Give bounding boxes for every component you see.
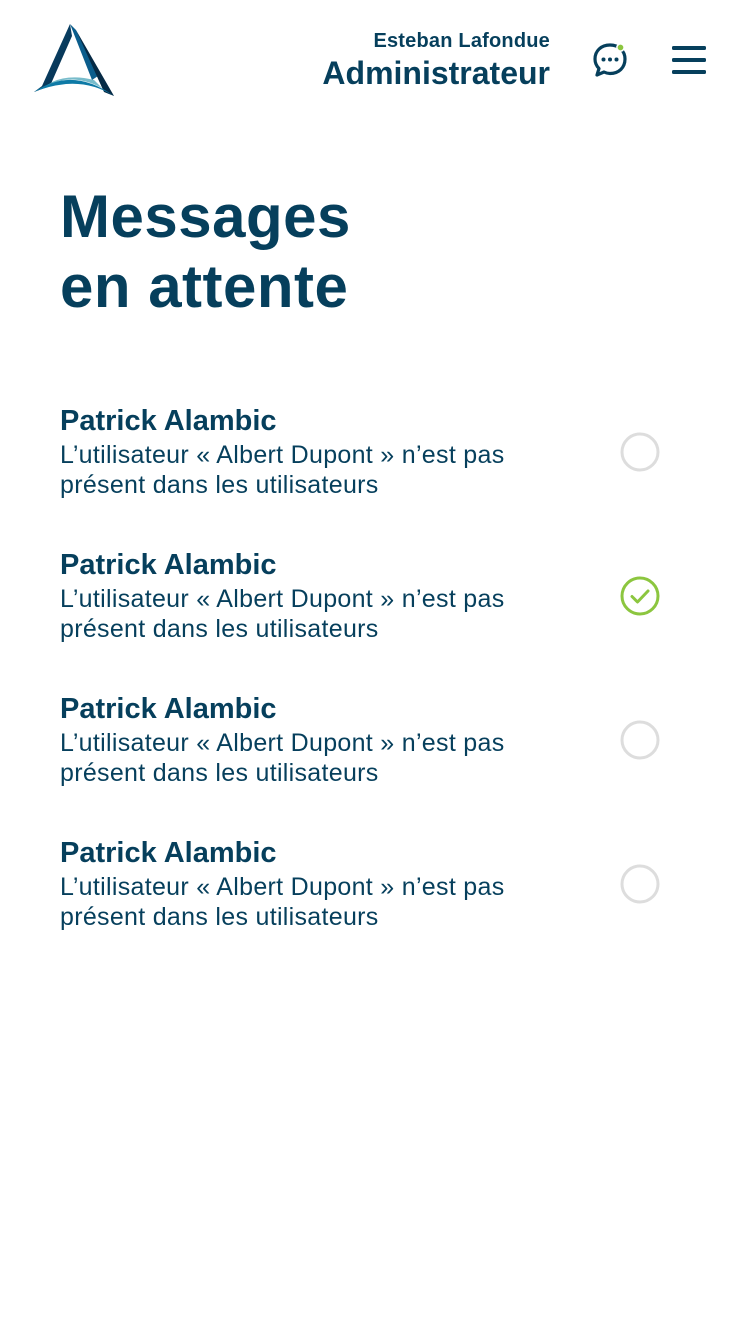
empty-circle-icon	[620, 432, 660, 472]
message-list: Patrick Alambic L’utilisateur « Albert D…	[60, 402, 690, 978]
message-author: Patrick Alambic	[60, 837, 277, 869]
page-title-line2: en attente	[60, 253, 349, 320]
chat-bubble-icon	[593, 43, 627, 77]
message-checkbox[interactable]	[620, 720, 660, 760]
message-text: L’utilisateur « Albert Dupont » n’est pa…	[60, 873, 505, 931]
message-text: L’utilisateur « Albert Dupont » n’est pa…	[60, 729, 505, 787]
message-item[interactable]: Patrick Alambic L’utilisateur « Albert D…	[60, 402, 690, 546]
chat-button[interactable]	[590, 40, 630, 80]
message-author: Patrick Alambic	[60, 549, 277, 581]
user-info: Esteban Lafondue Administrateur	[322, 30, 550, 92]
message-checkbox[interactable]	[620, 576, 660, 616]
hamburger-menu-icon	[672, 46, 706, 74]
user-name: Esteban Lafondue	[373, 30, 550, 52]
page-title-line1: Messages	[60, 183, 351, 250]
message-checkbox[interactable]	[620, 432, 660, 472]
message-checkbox[interactable]	[620, 864, 660, 904]
empty-circle-icon	[620, 864, 660, 904]
menu-button[interactable]	[670, 44, 710, 78]
message-author: Patrick Alambic	[60, 405, 277, 437]
message-item[interactable]: Patrick Alambic L’utilisateur « Albert D…	[60, 690, 690, 834]
check-circle-icon	[620, 576, 660, 616]
app-header: Esteban Lafondue Administrateur	[0, 0, 750, 120]
message-item[interactable]: Patrick Alambic L’utilisateur « Albert D…	[60, 546, 690, 690]
user-role: Administrateur	[322, 55, 550, 91]
message-author: Patrick Alambic	[60, 693, 277, 725]
message-text: L’utilisateur « Albert Dupont » n’est pa…	[60, 441, 505, 499]
empty-circle-icon	[620, 720, 660, 760]
notification-dot	[616, 43, 625, 52]
company-logo[interactable]	[32, 22, 116, 100]
page-title: Messages en attente	[60, 182, 351, 322]
message-text: L’utilisateur « Albert Dupont » n’est pa…	[60, 585, 505, 643]
message-item[interactable]: Patrick Alambic L’utilisateur « Albert D…	[60, 834, 690, 978]
